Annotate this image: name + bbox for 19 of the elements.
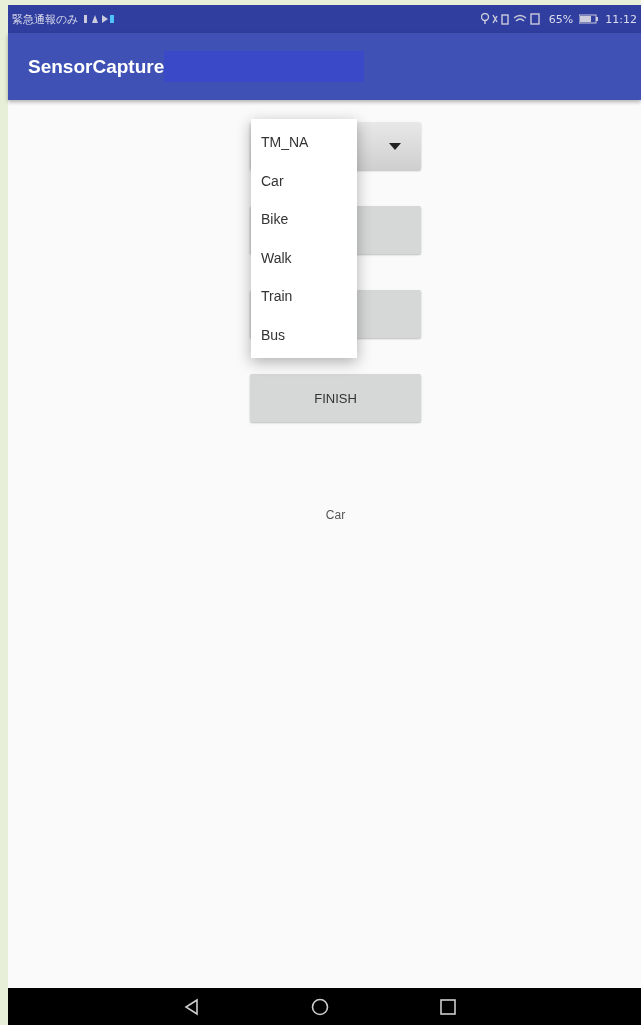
dropdown-option[interactable]: Bike <box>251 200 357 239</box>
notification-icons-drawing <box>84 14 114 24</box>
back-icon[interactable] <box>182 997 201 1016</box>
recents-icon[interactable] <box>438 997 457 1016</box>
home-icon[interactable] <box>310 997 329 1016</box>
dropdown-caret-icon <box>389 142 401 150</box>
app-title: SensorCapture <box>28 55 165 78</box>
clock-time: 11:12 <box>605 12 637 26</box>
carrier-text: 緊急通報のみ <box>12 11 78 27</box>
dropdown-option[interactable]: Car <box>251 161 357 200</box>
dropdown-option[interactable]: Walk <box>251 238 357 277</box>
dropdown-option[interactable]: Train <box>251 277 357 316</box>
dropdown-option[interactable]: Bus <box>251 315 357 354</box>
battery-percent: 65% <box>548 12 574 26</box>
status-icons-drawing <box>480 13 543 25</box>
dropdown-option[interactable]: TM_NA <box>251 123 357 162</box>
result-text: Car <box>325 508 346 522</box>
action-button[interactable]: FINISH <box>250 374 421 422</box>
battery-icon <box>579 14 600 24</box>
